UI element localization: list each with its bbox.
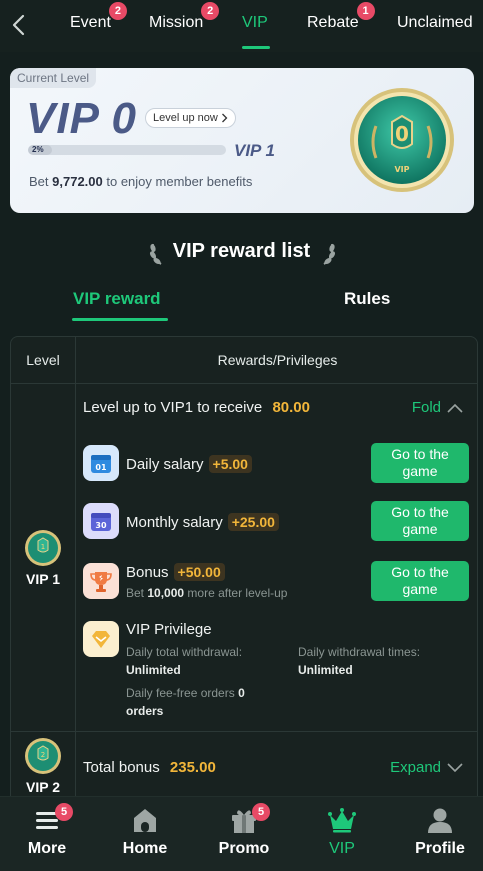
tab-rebate[interactable]: Rebate 1 — [307, 2, 375, 32]
reward-amount: +5.00 — [208, 455, 252, 473]
vip-privilege: VIP Privilege Daily total withdrawal: Un… — [83, 621, 471, 721]
calendar-daily-icon: 01 — [83, 445, 119, 481]
tab-vip[interactable]: VIP — [242, 14, 268, 32]
current-level-card: Current Level VIP 0 Level up now 2% VIP … — [10, 68, 474, 213]
calendar-monthly-icon: 30 — [83, 503, 119, 539]
header-divider — [11, 383, 477, 384]
withdrawal-value: Unlimited — [126, 663, 181, 677]
privilege-title: VIP Privilege — [126, 621, 212, 638]
withdrawal-times-value: Unlimited — [298, 663, 353, 677]
home-icon — [134, 809, 156, 832]
vip2-total-bonus: Total bonus 235.00 — [83, 759, 216, 776]
promo-badge: 5 — [252, 803, 270, 821]
column-divider — [75, 337, 76, 796]
fold-toggle[interactable]: Fold — [412, 399, 463, 416]
rebate-badge: 1 — [356, 2, 375, 20]
vip2-label: VIP 2 — [26, 779, 60, 795]
vip1-receive-text: Level up to VIP1 to receive 80.00 — [83, 399, 310, 416]
event-badge: 2 — [108, 2, 127, 20]
laurel-right-icon — [323, 243, 336, 265]
back-arrow-icon[interactable] — [8, 12, 30, 38]
vip1-medal-icon: 1 — [25, 530, 61, 566]
more-badge: 5 — [55, 803, 73, 821]
vip2-total-amount: 235.00 — [169, 759, 216, 776]
reward-name: Monthly salary — [126, 514, 223, 531]
svg-text:01: 01 — [95, 463, 107, 472]
progress-percent: 2% — [32, 145, 44, 154]
reward-amount: +25.00 — [227, 513, 279, 531]
reward-amount: +50.00 — [173, 563, 225, 581]
level-up-button[interactable]: Level up now — [145, 108, 236, 128]
fee-free-orders: Daily fee-free orders 0 — [126, 686, 245, 700]
bet-requirement: Bet 9,772.00 to enjoy member benefits — [29, 174, 253, 189]
tab-active-indicator — [242, 46, 270, 49]
go-to-game-button-bonus[interactable]: Go to the game — [371, 561, 469, 601]
vip1-label: VIP 1 — [26, 571, 60, 587]
level-cell-vip2: 2 VIP 2 — [11, 737, 75, 795]
svg-text:2: 2 — [41, 751, 45, 759]
header-rewards: Rewards/Privileges — [217, 352, 338, 368]
svg-text:VIP: VIP — [394, 165, 409, 174]
chevron-down-icon — [447, 762, 463, 772]
withdrawal-label: Daily total withdrawal: — [126, 645, 243, 659]
vip1-receive-amount: 80.00 — [272, 399, 310, 416]
subtab-active-indicator — [72, 318, 168, 321]
vip2-medal-icon: 2 — [25, 738, 61, 774]
row-divider — [11, 731, 477, 732]
subtab-vip-reward[interactable]: VIP reward — [73, 289, 161, 309]
svg-text:1: 1 — [41, 543, 45, 551]
vip-reward-table: Level Rewards/Privileges 1 VIP 1 Level u… — [10, 336, 478, 796]
current-level-tag: Current Level — [10, 68, 97, 88]
diamond-icon — [83, 621, 119, 657]
nav-profile[interactable]: Profile — [400, 805, 480, 858]
svg-text:30: 30 — [95, 521, 107, 530]
expand-toggle[interactable]: Expand — [390, 759, 463, 776]
header-level: Level — [26, 352, 60, 368]
reward-list-title: VIP reward list — [172, 240, 311, 262]
subtab-rules[interactable]: Rules — [344, 289, 390, 309]
top-nav: Event 2 Mission 2 VIP Rebate 1 Unclaimed — [0, 0, 483, 52]
go-to-game-button-daily[interactable]: Go to the game — [371, 443, 469, 483]
withdrawal-times-label: Daily withdrawal times: — [298, 645, 421, 659]
reward-name: Daily salary — [126, 456, 204, 473]
vip-medal-icon: 0 VIP — [350, 88, 454, 192]
next-vip-level: VIP 1 — [234, 141, 275, 160]
nav-promo[interactable]: 5 Promo — [204, 803, 284, 858]
profile-icon — [428, 808, 452, 833]
trophy-icon — [83, 563, 119, 599]
chevron-up-icon — [447, 403, 463, 413]
fee-free-unit: orders — [126, 704, 164, 718]
mission-badge: 2 — [201, 2, 220, 20]
svg-text:0: 0 — [395, 122, 409, 146]
crown-icon — [328, 808, 356, 833]
go-to-game-button-monthly[interactable]: Go to the game — [371, 501, 469, 541]
bottom-nav: 5 More Home 5 Promo VIP Profile — [0, 796, 483, 871]
chevron-right-icon — [221, 113, 228, 123]
level-cell-vip1: 1 VIP 1 — [11, 529, 75, 587]
reward-name: Bonus — [126, 564, 169, 581]
bonus-bet-requirement: Bet 10,000 more after level-up — [126, 586, 288, 600]
nav-more[interactable]: 5 More — [7, 803, 87, 858]
tab-mission[interactable]: Mission 2 — [149, 2, 220, 32]
nav-home[interactable]: Home — [105, 805, 185, 858]
tab-event[interactable]: Event 2 — [70, 2, 127, 32]
nav-vip[interactable]: VIP — [302, 805, 382, 858]
current-vip-level: VIP 0 — [26, 94, 137, 143]
tab-unclaimed[interactable]: Unclaimed — [397, 14, 473, 32]
level-progress-bar: 2% — [28, 145, 226, 155]
